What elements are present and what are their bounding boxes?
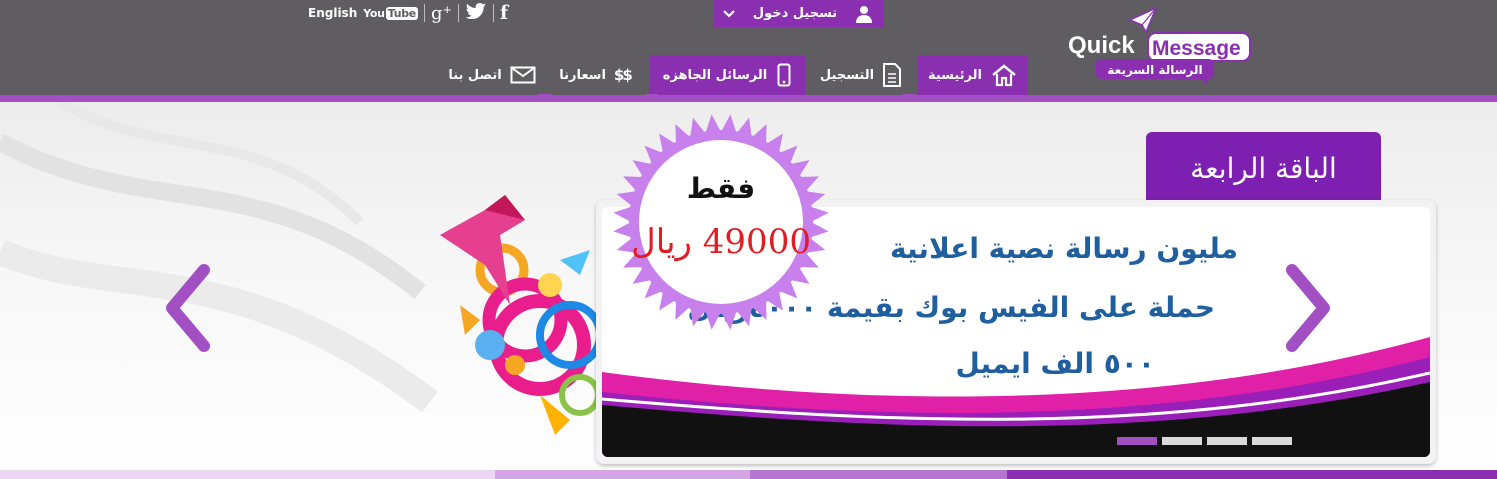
home-icon [992,64,1016,87]
slider-pagination [1117,437,1292,445]
package-line-3: ٥٠٠ الف ايميل [955,347,1155,380]
nav-contact[interactable]: اتصل بنا [440,55,544,95]
logo-quick-text: Quick [1068,32,1135,59]
nav-register-label: التسجيل [819,67,875,83]
youtube-you-text: You [363,6,385,20]
envelope-icon [510,66,536,84]
slider-dot[interactable] [1117,437,1157,445]
slider-dot[interactable] [1252,437,1292,445]
nav-contact-label: اتصل بنا [448,67,502,83]
english-language-link[interactable]: English [308,6,357,20]
chevron-down-icon [723,9,735,18]
origami-bird-illustration [440,195,604,435]
nav-prices[interactable]: اسعارنا $$ [545,55,645,95]
nav-ready-messages-label: الرسائل الجاهزه [662,67,768,83]
nav-prices-label: اسعارنا [559,67,606,83]
logo-message-text: Message [1152,37,1241,60]
nav-ready-messages[interactable]: الرسائل الجاهزه [649,55,805,95]
slider-dot[interactable] [1207,437,1247,445]
package-tab-title: الباقة الرابعة [1146,132,1381,204]
youtube-tube-text: Tube [385,6,418,20]
twitter-icon[interactable] [465,3,487,23]
google-plus-icon[interactable]: g⁺ [431,3,452,24]
nav-register[interactable]: التسجيل [806,55,916,95]
slider-prev-arrow[interactable] [160,262,216,354]
slider-next-arrow[interactable] [1280,262,1336,354]
package-line-1: مليون رسالة نصية اعلانية [890,232,1238,265]
document-icon [883,63,902,87]
user-icon [855,5,872,23]
quick-message-logo[interactable]: Quick Message الرسالة السريعة [1062,8,1258,88]
divider [423,4,425,22]
youtube-icon[interactable]: You Tube [363,6,418,20]
login-label: تسجيل دخول [752,6,838,21]
mobile-phone-icon [777,63,791,87]
divider [458,4,459,22]
logo-arabic-text: الرسالة السريعة [1107,63,1202,77]
facebook-icon[interactable]: f [500,2,508,24]
nav-home[interactable]: الرئيسية [918,55,1028,95]
social-links: English You Tube g⁺ f [308,0,508,26]
slider-dot[interactable] [1162,437,1202,445]
divider [493,4,494,22]
footer-color-bar [0,470,1497,479]
nav-home-label: الرئيسية [927,67,983,83]
badge-price-text: 49000 ريال [631,222,811,262]
login-dropdown[interactable]: تسجيل دخول [714,0,884,27]
dollar-icon: $$ [613,66,633,84]
badge-only-text: فقط [686,172,756,205]
